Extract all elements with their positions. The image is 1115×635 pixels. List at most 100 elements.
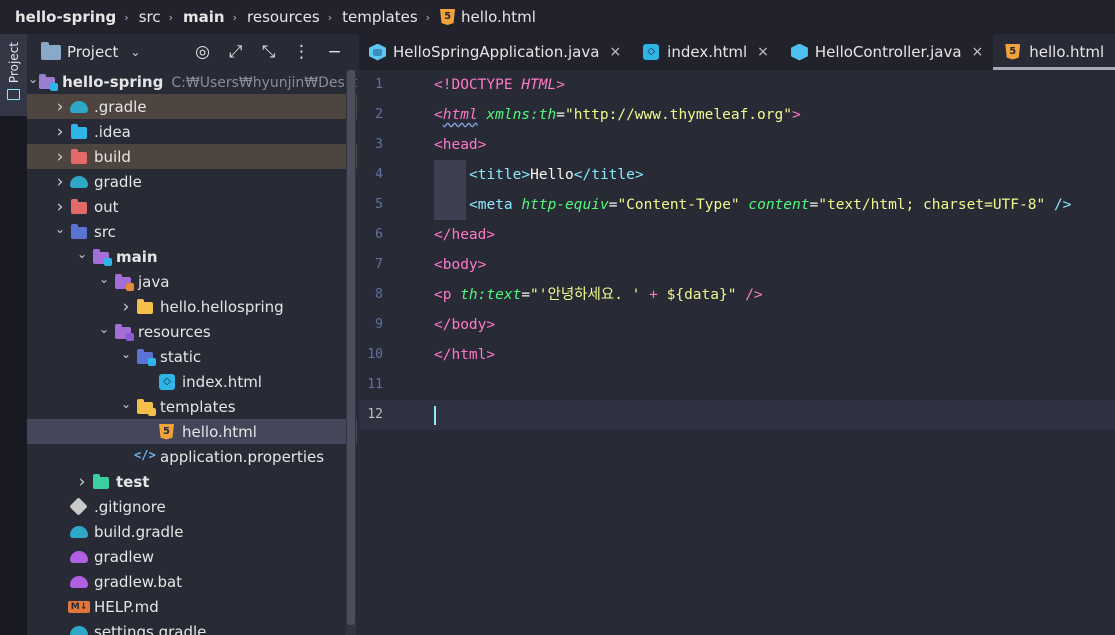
close-icon[interactable]: × [609,44,621,60]
chevron-down-icon[interactable]: ⌄ [130,45,140,59]
breadcrumb-item[interactable]: src [139,8,161,26]
tree-item[interactable]: ⌄ hello-spring C:₩Users₩hyunjin₩Desktop₩공 [27,70,357,94]
collapse-icon[interactable]: ⤡ [252,42,285,62]
project-scrollbar[interactable] [346,70,356,635]
code-glyph: </> [134,447,156,462]
expand-icon[interactable]: ⤢ [219,42,252,62]
breadcrumb-separator: › [327,10,333,24]
chevron-down-icon[interactable]: ⌄ [72,247,92,261]
code-token: HTML [521,77,557,93]
tree-item[interactable]: 5 hello.html [27,419,357,444]
chevron-right-icon[interactable]: › [50,172,70,192]
tree-item[interactable]: ⌄ main [27,244,357,269]
tree-item[interactable]: ⌄ java [27,269,357,294]
tab-hellocontroller-java[interactable]: HelloController.java × [779,34,993,70]
code-line[interactable]: 10 </html> [359,340,1115,370]
html5-glyph: 5 [1005,43,1021,60]
tree-item-label: gradle [94,172,142,191]
folder-badge [126,332,134,341]
tree-item[interactable]: </> application.properties [27,444,357,469]
code-line[interactable]: 2 <html xmlns:th="http://www.thymeleaf.or… [359,100,1115,130]
tree-item[interactable]: settings.gradle [27,619,357,635]
tree-item[interactable]: ⌄ static [27,344,357,369]
chevron-right-icon[interactable]: › [50,197,70,217]
tree-item[interactable]: › hello.hellospring [27,294,357,319]
code-editor[interactable]: 1 <!DOCTYPE HTML> 2 <html xmlns:th="http://… [359,70,1115,635]
tab-label: hello.html [1029,43,1105,61]
tree-item[interactable]: ⌄ templates [27,394,357,419]
module-folder-icon [38,73,59,91]
chevron-down-icon[interactable]: ⌄ [116,397,136,411]
close-icon[interactable]: × [972,44,984,60]
tree-item[interactable]: › out [27,194,357,219]
code-token: = [521,287,531,303]
project-tool-window-tab[interactable]: Project [0,34,27,116]
code-line[interactable]: 4 <title>Hello</title> [359,160,1115,190]
tree-item[interactable]: ⌄ resources [27,319,357,344]
tab-hello-html[interactable]: 5hello.html× [993,34,1115,70]
breadcrumb-item[interactable]: templates [342,8,418,26]
tree-item-label: .gitignore [94,497,166,516]
tree-item[interactable]: ◇ index.html [27,369,357,394]
chevron-down-icon[interactable]: ⌄ [28,72,38,86]
code-token: /> [745,287,763,303]
locate-icon[interactable]: ◎ [186,42,219,62]
more-icon[interactable]: ⋮ [285,42,318,62]
code-line[interactable]: 12 [359,400,1115,430]
chevron-down-icon[interactable]: ⌄ [50,222,70,236]
code-line[interactable]: 9 </body> [359,310,1115,340]
tree-item[interactable]: › gradle [27,169,357,194]
git-file-icon [69,496,88,516]
chevron-right-icon[interactable]: › [116,297,136,317]
chevron-down-icon[interactable]: ⌄ [94,322,114,336]
tree-item[interactable]: M↓ HELP.md [27,594,357,619]
breadcrumb-item[interactable]: 5 hello.html [440,8,536,26]
project-tree: ⌄ hello-spring C:₩Users₩hyunjin₩Desktop₩공 ›… [27,70,357,635]
tab-hellospringapplication-java[interactable]: HelloSpringApplication.java × [359,34,631,70]
code-line[interactable]: 3 <head> [359,130,1115,160]
html5-icon: 5 [1005,43,1022,61]
tree-item[interactable]: .gitignore [27,494,357,519]
project-scrollbar-thumb[interactable] [347,70,355,625]
tree-item[interactable]: gradlew.bat [27,569,357,594]
chevron-right-icon[interactable]: › [50,122,70,142]
tree-item[interactable]: gradlew [27,544,357,569]
minimize-icon[interactable]: − [318,42,351,62]
tree-item[interactable]: › .gradle [27,94,357,119]
code-token: "http://www.thymeleaf.org" [564,107,792,123]
close-icon[interactable]: × [757,44,769,60]
code-text: <head> [434,130,486,160]
breadcrumb-item[interactable]: main [183,8,225,26]
code-line[interactable]: 5 <meta http-equiv = "Content-Type" content… [359,190,1115,220]
code-token: "'안녕하세요. ' [530,287,641,303]
tree-item-label: hello.hellospring [160,297,284,316]
code-line[interactable]: 1 <!DOCTYPE HTML> [359,70,1115,100]
html-glyph: ◇ [159,373,175,390]
tree-item[interactable]: › .idea [27,119,357,144]
tree-item[interactable]: ⌄ src [27,219,357,244]
tab-label: HelloSpringApplication.java [393,43,600,61]
code-line[interactable]: 6 </head> [359,220,1115,250]
breadcrumb-item[interactable]: hello-spring [15,8,116,26]
code-line[interactable]: 8 <p th:text="'안녕하세요. ' + ${data}" /> [359,280,1115,310]
chevron-right-icon[interactable]: › [72,472,92,492]
breadcrumb-item[interactable]: resources [247,8,320,26]
line-number: 11 [367,377,383,392]
chevron-right-icon[interactable]: › [50,147,70,167]
code-token: = [809,197,819,213]
chevron-right-icon[interactable]: › [50,97,70,117]
class-icon [790,43,808,61]
project-view-selector[interactable]: Project [67,43,118,61]
code-line[interactable]: 7 <body> [359,250,1115,280]
tree-item[interactable]: build.gradle [27,519,357,544]
code-line[interactable]: 11 [359,370,1115,400]
breadcrumb-label: main [183,8,225,26]
tree-item[interactable]: › build [27,144,357,169]
tree-item[interactable]: › test [27,469,357,494]
chevron-down-icon[interactable]: ⌄ [116,347,136,361]
folder-shape [71,123,87,139]
tab-index-html[interactable]: ◇ index.html × [631,34,779,70]
code-text: <body> [434,250,486,280]
chevron-down-icon[interactable]: ⌄ [94,272,114,286]
line-number: 2 [375,107,383,122]
